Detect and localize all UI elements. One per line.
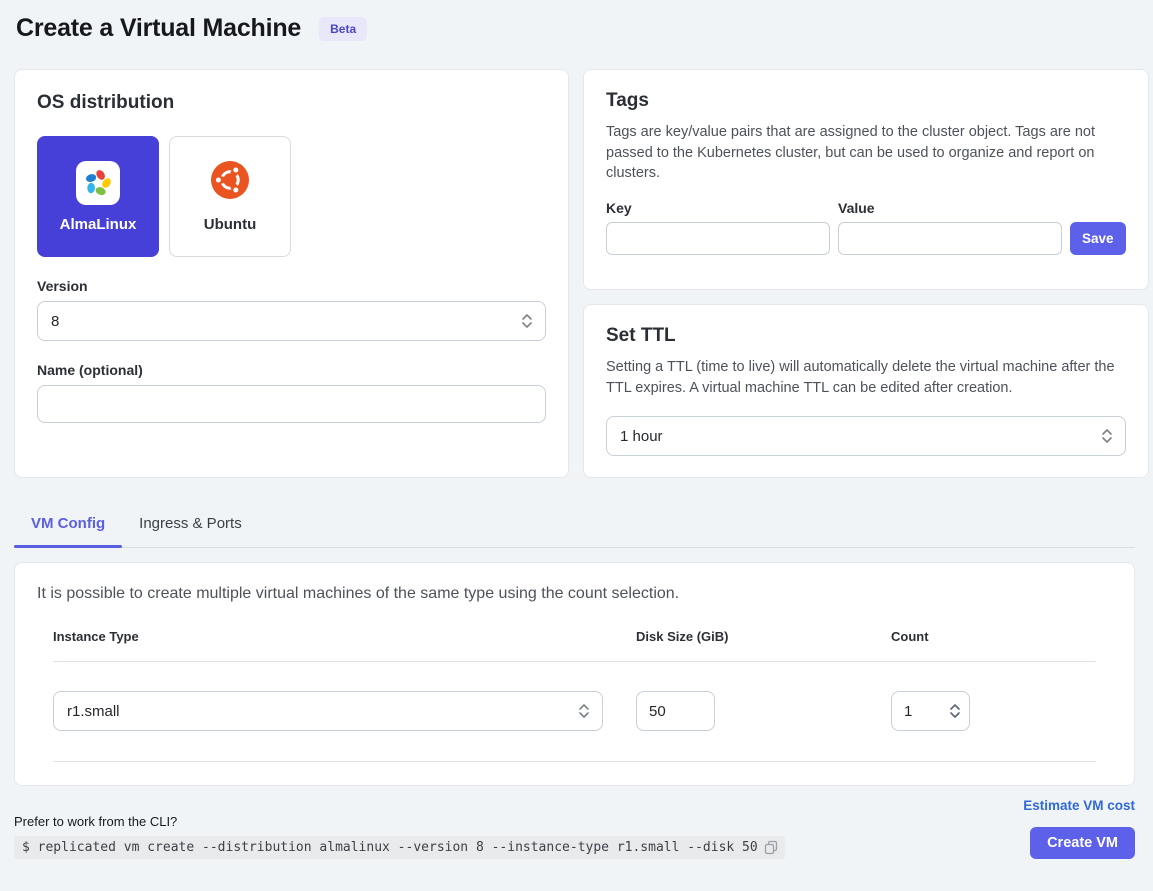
chevron-updown-icon <box>579 704 589 718</box>
ttl-card-title: Set TTL <box>606 325 1126 347</box>
cli-block: Prefer to work from the CLI? $ replicate… <box>14 814 785 859</box>
set-ttl-card: Set TTL Setting a TTL (time to live) wil… <box>583 304 1149 478</box>
page-header: Create a Virtual Machine Beta <box>16 14 1135 43</box>
os-option-label: AlmaLinux <box>60 216 137 233</box>
column-header-instance-type: Instance Type <box>53 629 636 644</box>
ttl-card-description: Setting a TTL (time to live) will automa… <box>606 357 1126 398</box>
estimate-vm-cost-link[interactable]: Estimate VM cost <box>1023 798 1135 813</box>
instance-type-select[interactable]: r1.small <box>53 691 603 731</box>
version-select-value: 8 <box>51 313 59 330</box>
tag-key-field: Key <box>606 200 830 255</box>
chevron-updown-icon <box>522 314 532 328</box>
tab-ingress-ports[interactable]: Ingress & Ports <box>122 504 259 547</box>
tag-key-input[interactable] <box>606 222 830 255</box>
instance-type-value: r1.small <box>67 703 120 720</box>
tags-card: Tags Tags are key/value pairs that are a… <box>583 69 1149 290</box>
vm-table: Instance Type Disk Size (GiB) Count r1.s… <box>37 629 1112 762</box>
page-footer: Prefer to work from the CLI? $ replicate… <box>14 795 1135 859</box>
tags-card-description: Tags are key/value pairs that are assign… <box>606 122 1126 184</box>
right-column: Tags Tags are key/value pairs that are a… <box>583 69 1149 478</box>
count-stepper[interactable] <box>891 691 970 731</box>
vm-config-card: It is possible to create multiple virtua… <box>14 562 1135 786</box>
cli-command-text: $ replicated vm create --distribution al… <box>22 840 758 855</box>
os-option-label: Ubuntu <box>204 216 256 233</box>
beta-badge: Beta <box>319 17 367 41</box>
disk-size-input[interactable] <box>636 691 715 731</box>
table-header: Instance Type Disk Size (GiB) Count <box>53 629 1096 662</box>
tags-form-row: Key Value Save <box>606 200 1126 255</box>
config-tabs: VM Config Ingress & Ports <box>14 504 1135 548</box>
tag-value-label: Value <box>838 200 1062 216</box>
save-tag-button[interactable]: Save <box>1070 222 1126 255</box>
os-options: AlmaLinux <box>37 136 546 257</box>
ttl-select[interactable]: 1 hour <box>606 416 1126 456</box>
os-option-almalinux[interactable]: AlmaLinux <box>37 136 159 257</box>
stepper-updown-icon[interactable] <box>950 704 960 718</box>
tag-value-field: Value <box>838 200 1062 255</box>
os-distribution-card: OS distribution <box>14 69 569 478</box>
ubuntu-logo-icon <box>210 160 250 205</box>
footer-actions: Estimate VM cost Create VM <box>1023 795 1135 859</box>
column-header-count: Count <box>891 629 1096 644</box>
vm-config-intro: It is possible to create multiple virtua… <box>37 585 1112 603</box>
copy-icon[interactable] <box>764 840 778 855</box>
cli-prompt: Prefer to work from the CLI? <box>14 814 785 829</box>
version-select[interactable]: 8 <box>37 301 546 341</box>
chevron-updown-icon <box>1102 429 1112 443</box>
ttl-select-value: 1 hour <box>620 428 663 445</box>
create-vm-page: Create a Virtual Machine Beta OS distrib… <box>0 0 1153 859</box>
tags-card-title: Tags <box>606 90 1126 112</box>
cli-command: $ replicated vm create --distribution al… <box>14 836 785 859</box>
column-header-disk-size: Disk Size (GiB) <box>636 629 891 644</box>
table-row: r1.small <box>53 662 1096 762</box>
tag-key-label: Key <box>606 200 830 216</box>
create-vm-button[interactable]: Create VM <box>1030 827 1135 859</box>
count-input[interactable] <box>904 703 934 720</box>
name-input[interactable] <box>37 385 546 423</box>
tab-vm-config[interactable]: VM Config <box>14 504 122 547</box>
os-card-title: OS distribution <box>37 92 546 114</box>
page-title: Create a Virtual Machine <box>16 14 301 43</box>
os-option-ubuntu[interactable]: Ubuntu <box>169 136 291 257</box>
version-label: Version <box>37 278 546 294</box>
name-label: Name (optional) <box>37 362 546 378</box>
top-grid: OS distribution <box>14 69 1135 478</box>
tag-value-input[interactable] <box>838 222 1062 255</box>
almalinux-logo-icon <box>76 161 120 205</box>
